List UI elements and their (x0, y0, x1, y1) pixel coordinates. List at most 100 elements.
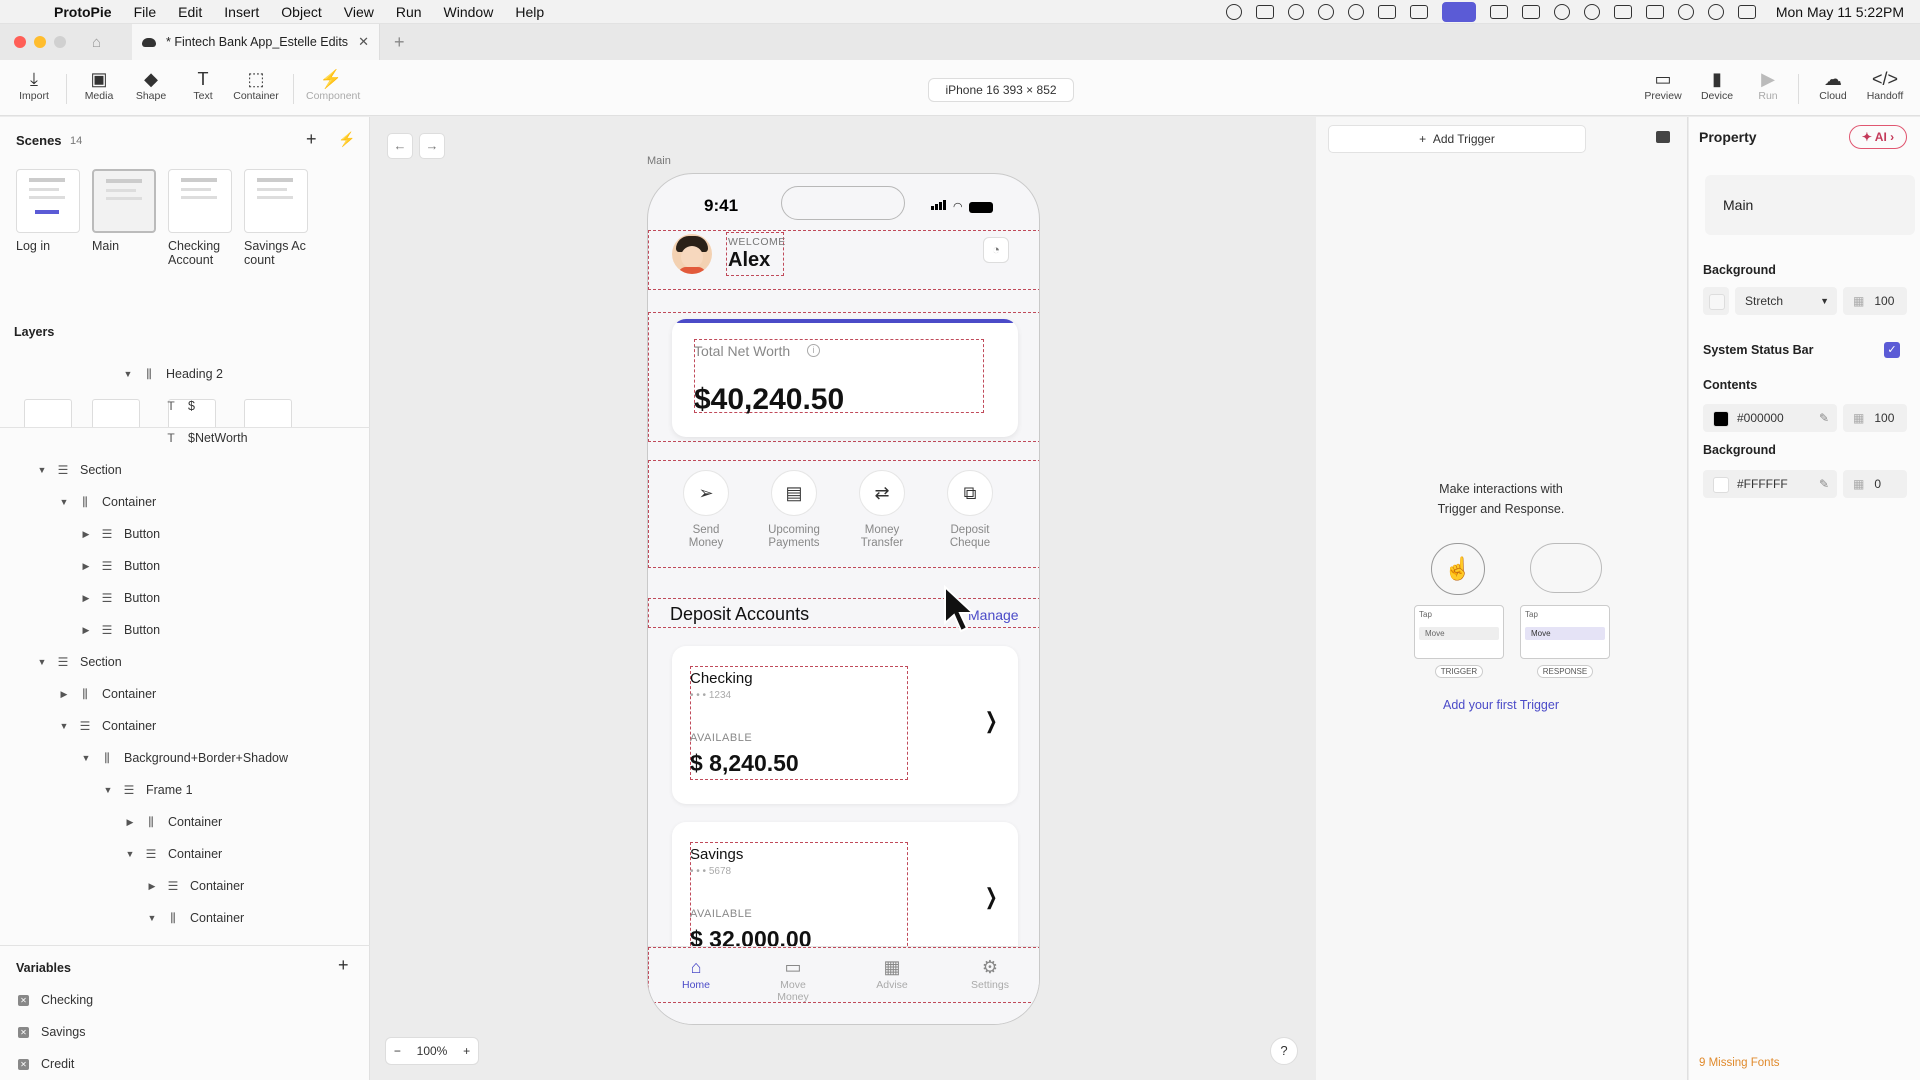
missing-fonts-warning[interactable]: 9 Missing Fonts (1699, 1057, 1780, 1069)
close-tab-icon[interactable]: ✕ (358, 34, 369, 50)
layer-row[interactable]: ▼ ⫼ Background+Border+Shadow (0, 745, 370, 771)
add-trigger-button[interactable]: + Add Trigger (1328, 125, 1586, 153)
apple-icon[interactable] (18, 3, 36, 21)
menu-file[interactable]: File (134, 4, 157, 20)
menu-view[interactable]: View (344, 4, 374, 20)
info-icon[interactable]: i (807, 344, 820, 357)
n-app-icon[interactable] (1377, 5, 1396, 19)
eyedropper-icon[interactable]: ✎ (1819, 470, 1829, 498)
moon-icon[interactable] (1553, 4, 1570, 20)
control-center-icon[interactable] (1737, 5, 1756, 19)
avatar[interactable] (672, 234, 712, 274)
menu-object[interactable]: Object (281, 4, 321, 20)
background-swatch[interactable] (1703, 287, 1729, 315)
layer-row[interactable]: ▼ ☰ Container (0, 841, 370, 867)
wifi-icon[interactable] (1677, 4, 1694, 20)
zoom-out-icon[interactable]: − (394, 1044, 401, 1058)
chevron-right-icon[interactable]: ❯ (985, 708, 998, 734)
collapse-arrow-icon[interactable]: ▶ (80, 625, 92, 636)
collapse-arrow-icon[interactable]: ▶ (124, 817, 136, 828)
import-button[interactable]: ⤓ Import (9, 68, 59, 102)
forward-arrow-icon[interactable]: → (419, 133, 445, 159)
scene-thumbnail[interactable]: Checking Account (168, 169, 232, 267)
text-button[interactable]: T Text (178, 68, 228, 102)
layer-row[interactable]: T $ (0, 393, 370, 419)
spotlight-icon[interactable] (1707, 4, 1724, 20)
collapse-arrow-icon[interactable]: ▶ (58, 689, 70, 700)
flash-icon[interactable]: ⚡ (338, 131, 355, 148)
document-tab[interactable]: * Fintech Bank App_Estelle Edits ✕ (132, 24, 380, 60)
layers-app-icon[interactable] (1489, 5, 1508, 19)
close-window-button[interactable] (14, 36, 26, 48)
background-color-field[interactable]: #FFFFFF ✎ (1703, 470, 1837, 498)
layer-row[interactable]: ▼ ☰ Container (0, 713, 370, 739)
collapse-arrow-icon[interactable]: ▶ (80, 529, 92, 540)
send-money-button[interactable]: ➢ Send Money (670, 470, 742, 550)
add-scene-icon[interactable]: + (306, 129, 317, 150)
device-button[interactable]: ▮ Device (1692, 68, 1742, 102)
help-button[interactable]: ? (1270, 1037, 1298, 1065)
notion-icon[interactable] (1255, 5, 1274, 19)
record-icon[interactable] (1225, 4, 1242, 20)
menu-edit[interactable]: Edit (178, 4, 202, 20)
sync-icon[interactable] (1347, 4, 1364, 20)
scene-name-field[interactable]: Main (1705, 175, 1915, 235)
layer-row[interactable]: ▶ ☰ Button (0, 585, 370, 611)
play-icon[interactable] (1583, 4, 1600, 20)
layer-row[interactable]: T $NetWorth (0, 425, 370, 451)
bell-icon[interactable]: ◔ (983, 237, 1009, 263)
layer-row[interactable]: ▶ ☰ Container (0, 873, 370, 899)
add-variable-icon[interactable]: + (338, 955, 349, 976)
layer-row[interactable]: ▼ ☰ Section (0, 649, 370, 675)
menu-clock[interactable]: Mon May 11 5:22PM (1776, 4, 1904, 20)
layer-row[interactable]: ▶ ⫼ Container (0, 681, 370, 707)
expand-arrow-icon[interactable]: ▼ (80, 753, 92, 763)
onepassword-icon[interactable] (1287, 4, 1304, 20)
back-arrow-icon[interactable]: ← (387, 133, 413, 159)
variable-item[interactable]: ✕ Checking (18, 993, 93, 1007)
container-button[interactable]: ⬚ Container (231, 68, 281, 102)
menu-help[interactable]: Help (515, 4, 544, 20)
expand-arrow-icon[interactable]: ▼ (36, 465, 48, 475)
collapse-arrow-icon[interactable]: ▶ (80, 561, 92, 572)
screen-share-icon[interactable] (1441, 2, 1476, 22)
nav-settings[interactable]: ⚙ Settings (960, 957, 1020, 991)
layer-row[interactable]: ▼ ⫼ Container (0, 905, 370, 931)
deposit-cheque-button[interactable]: ⧉ Deposit Cheque (934, 470, 1006, 550)
contents-color-field[interactable]: #000000 ✎ (1703, 404, 1837, 432)
stretch-select[interactable]: Stretch ▼ (1735, 287, 1837, 315)
money-transfer-button[interactable]: ⇄ Money Transfer (846, 470, 918, 550)
expand-arrow-icon[interactable]: ▼ (102, 785, 114, 795)
nav-move-money[interactable]: ▭ Move Money (763, 957, 823, 1003)
new-tab-button[interactable]: + (394, 32, 405, 53)
add-first-trigger-link[interactable]: Add your first Trigger (1376, 698, 1626, 712)
menu-window[interactable]: Window (444, 4, 494, 20)
expand-arrow-icon[interactable]: ▼ (58, 721, 70, 731)
layer-row[interactable]: ▼ ⫼ Heading 2 (0, 361, 370, 387)
layer-row[interactable]: ▼ ⫼ Container (0, 489, 370, 515)
zoom-level[interactable]: 100% (417, 1044, 448, 1058)
menu-run[interactable]: Run (396, 4, 422, 20)
eyedropper-icon[interactable]: ✎ (1819, 404, 1829, 432)
variable-item[interactable]: ✕ Savings (18, 1025, 85, 1039)
collapse-arrow-icon[interactable]: ▶ (80, 593, 92, 604)
shape-button[interactable]: ◆ Shape (126, 68, 176, 102)
upcoming-payments-button[interactable]: ▤ Upcoming Payments (758, 470, 830, 550)
expand-arrow-icon[interactable]: ▼ (36, 657, 48, 667)
expand-arrow-icon[interactable]: ▼ (58, 497, 70, 507)
layer-row[interactable]: ▼ ☰ Frame 1 (0, 777, 370, 803)
chevron-right-icon[interactable]: ❯ (985, 884, 998, 910)
account-card[interactable]: Checking • • • 1234 AVAILABLE $ 8,240.50… (672, 646, 1018, 804)
device-selector[interactable]: iPhone 16 393 × 852 (928, 78, 1074, 102)
layer-row[interactable]: ▶ ☰ Button (0, 521, 370, 547)
collapse-arrow-icon[interactable]: ▶ (146, 881, 158, 892)
battery-icon[interactable] (1645, 5, 1664, 19)
phone-frame[interactable]: 9:41 ◠ WELCOME Alex ◔ Total Net Worth i … (647, 173, 1040, 1025)
layer-row[interactable]: ▼ ☰ Section (0, 457, 370, 483)
variable-item[interactable]: ✕ Credit (18, 1057, 74, 1071)
status-bar-checkbox[interactable]: ✓ (1884, 342, 1900, 358)
comment-icon[interactable] (1656, 131, 1670, 143)
layer-row[interactable]: ▶ ☰ Button (0, 617, 370, 643)
scene-thumbnail[interactable]: Log in (16, 169, 80, 253)
nav-home[interactable]: ⌂ Home (666, 957, 726, 991)
